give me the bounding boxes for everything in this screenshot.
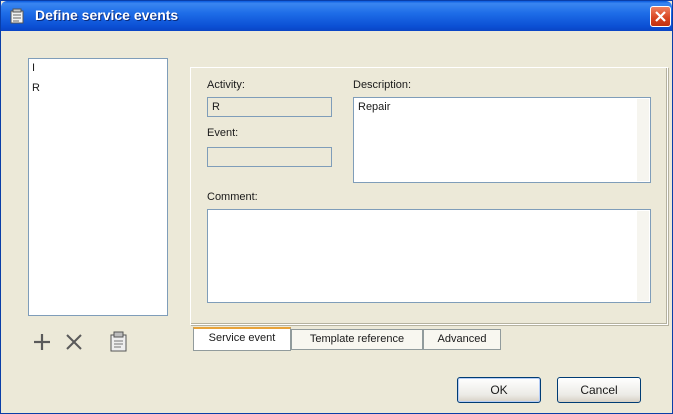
- comment-label: Comment:: [207, 191, 258, 203]
- properties-icon[interactable]: [109, 331, 129, 356]
- description-field[interactable]: Repair: [353, 97, 651, 183]
- window-title: Define service events: [35, 7, 179, 23]
- comment-field[interactable]: [207, 209, 651, 303]
- comment-scrollbar[interactable]: [637, 211, 649, 301]
- dialog-window: Define service events I R Activity: R Ev…: [0, 0, 673, 414]
- window-properties-icon: [10, 8, 26, 24]
- tab-template-reference[interactable]: Template reference: [291, 329, 423, 350]
- event-field[interactable]: [207, 147, 332, 167]
- x-icon[interactable]: [63, 331, 85, 356]
- activity-field: R: [207, 97, 332, 117]
- list-item[interactable]: R: [32, 81, 40, 95]
- close-icon: [655, 11, 666, 22]
- plus-icon[interactable]: [31, 331, 53, 356]
- tab-service-event[interactable]: Service event: [193, 327, 291, 351]
- event-list[interactable]: I R: [28, 58, 168, 316]
- event-label: Event:: [207, 127, 239, 139]
- description-label: Description:: [353, 79, 412, 91]
- title-bar[interactable]: Define service events: [1, 1, 672, 31]
- activity-label: Activity:: [207, 79, 245, 91]
- tab-advanced[interactable]: Advanced: [423, 329, 501, 350]
- ok-button[interactable]: OK: [457, 377, 541, 403]
- close-button[interactable]: [650, 6, 671, 27]
- list-item[interactable]: I: [32, 61, 35, 75]
- description-text: Repair: [358, 101, 391, 113]
- cancel-button[interactable]: Cancel: [557, 377, 641, 403]
- description-scrollbar[interactable]: [637, 99, 649, 181]
